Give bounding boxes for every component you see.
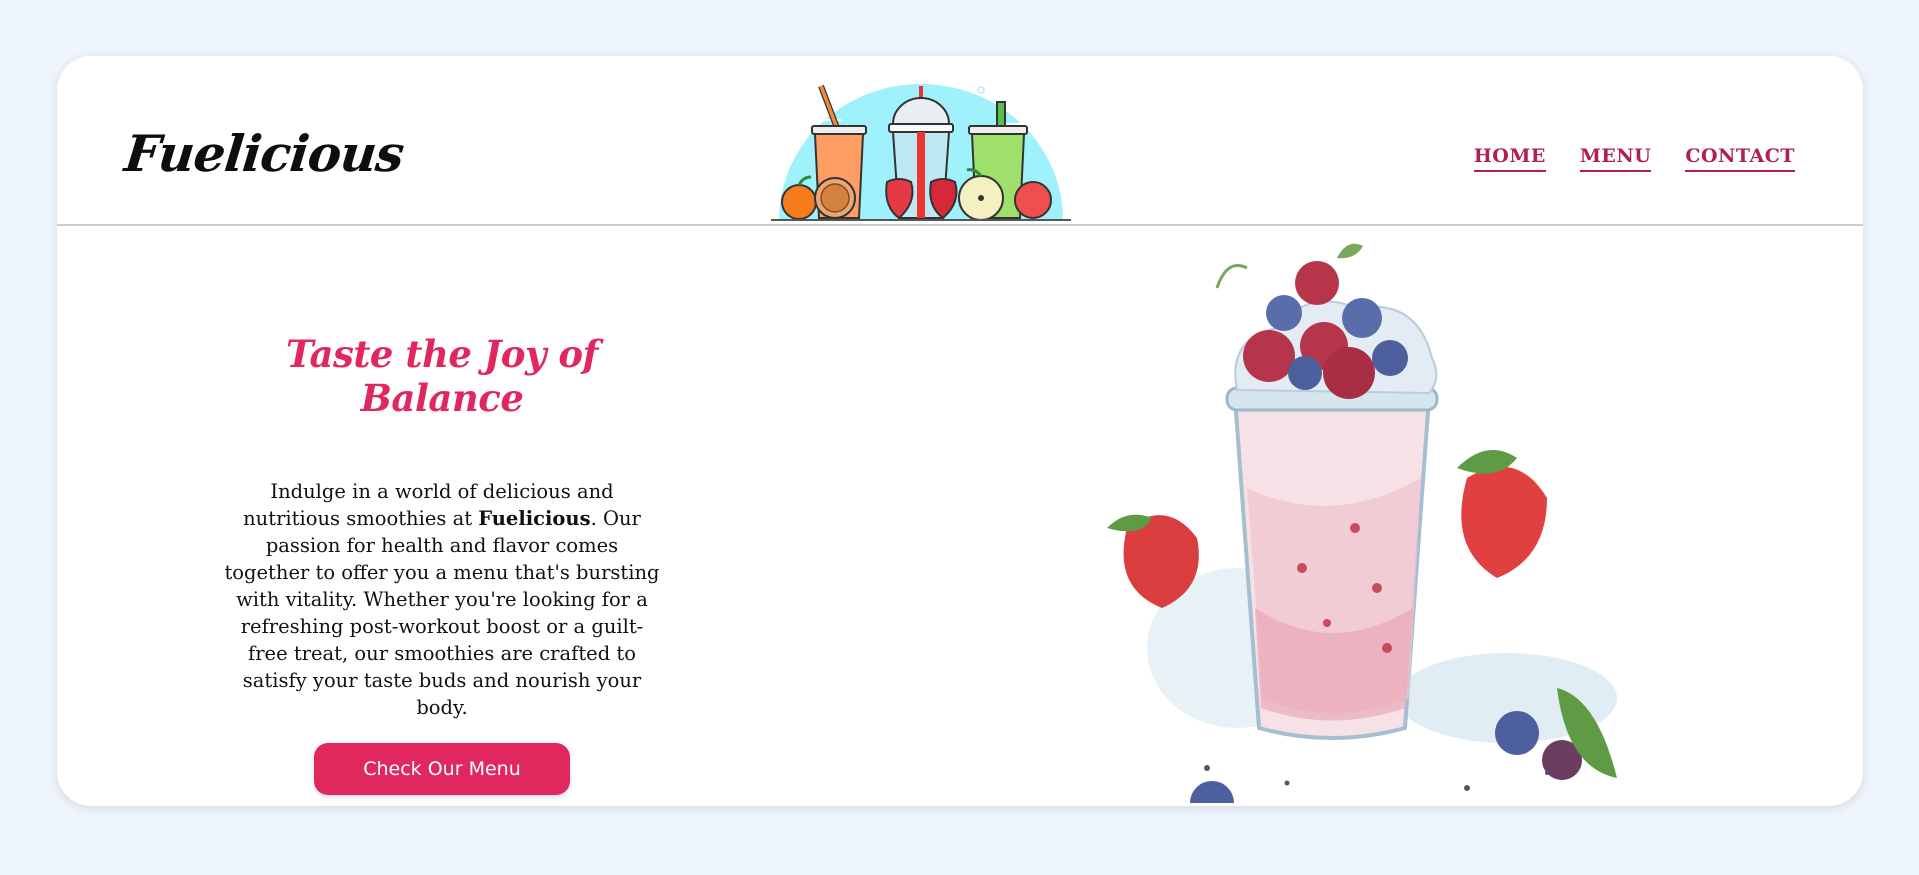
smoothie-cups-illustration xyxy=(771,84,1071,221)
site-header: Fuelicious HOME MENU CONTACT xyxy=(57,56,1863,226)
nav-contact-link[interactable]: CONTACT xyxy=(1685,145,1795,172)
nav-home-link[interactable]: HOME xyxy=(1473,145,1546,172)
check-menu-button[interactable]: Check Our Menu xyxy=(314,743,570,795)
hero-title: Taste the Joy of Balance xyxy=(286,332,598,420)
berry-smoothie-illustration xyxy=(1107,243,1617,803)
hero-description: Indulge in a world of delicious and nutr… xyxy=(222,478,662,721)
main-nav: HOME MENU CONTACT xyxy=(1473,145,1795,172)
hero-section: Taste the Joy of Balance Indulge in a wo… xyxy=(217,332,667,795)
hero-text-end: . Our passion for health and flavor come… xyxy=(224,507,660,719)
brand-logo[interactable]: Fuelicious xyxy=(122,124,406,183)
main-card: Fuelicious HOME MENU CONTACT Taste the J… xyxy=(57,56,1863,806)
nav-menu-link[interactable]: MENU xyxy=(1579,145,1652,172)
hero-brand-name: Fuelicious xyxy=(478,507,591,530)
